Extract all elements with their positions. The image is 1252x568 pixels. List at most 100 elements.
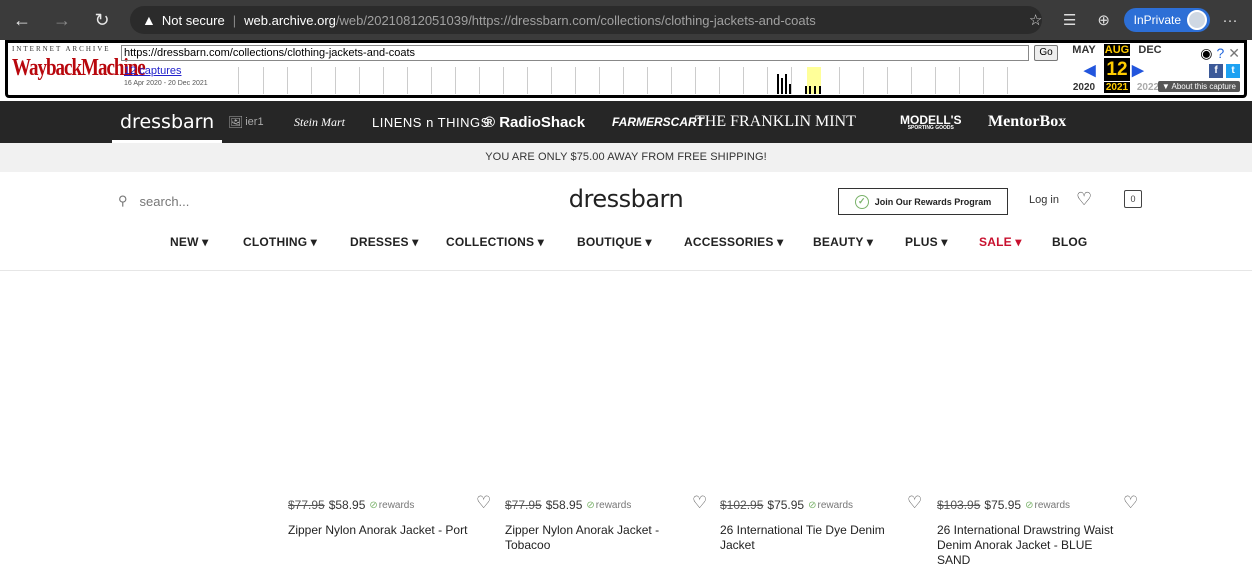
price-row: $77.95 $58.95 ⊘ rewards [505, 497, 710, 513]
brand-linensnthings[interactable]: LINENS n THINGS [372, 101, 490, 143]
site-logo[interactable]: dressbarn [0, 185, 1252, 213]
wayback-toolbar: INTERNET ARCHIVE WaybackMachine https://… [5, 40, 1247, 98]
product-name[interactable]: 26 International Tie Dye Denim Jacket [720, 523, 900, 553]
timeline-tick [479, 67, 480, 94]
sale-price: $58.95 [545, 498, 583, 512]
original-price: $102.95 [720, 498, 764, 512]
twitter-icon[interactable]: t [1226, 64, 1240, 78]
prev-capture-icon[interactable]: ◀ [1084, 61, 1096, 79]
cart-count: 0 [1130, 194, 1136, 204]
back-icon[interactable]: ← [6, 4, 38, 36]
timeline-tick [455, 67, 456, 94]
nav-dresses[interactable]: DRESSES ▾ [350, 235, 419, 249]
product-name[interactable]: 26 International Drawstring Waist Denim … [937, 523, 1117, 568]
original-price: $77.95 [505, 498, 542, 512]
nav-boutique[interactable]: BOUTIQUE ▾ [577, 235, 652, 249]
address-bar[interactable]: ▲ Not secure | web.archive.org/web/20210… [130, 6, 1042, 34]
capture-bar[interactable] [819, 86, 821, 94]
brand-radioshack[interactable]: ® RadioShack [484, 101, 585, 143]
year-prev[interactable]: 2020 [1066, 82, 1102, 93]
rewards-button[interactable]: ✓ Join Our Rewards Program [838, 188, 1008, 215]
wayback-url-input[interactable]: https://dressbarn.com/collections/clothi… [121, 45, 1029, 61]
rewards-tag: ⊘ rewards [1025, 500, 1070, 511]
nav-beauty[interactable]: BEAUTY ▾ [813, 235, 873, 249]
rewards-text: rewards [1034, 499, 1071, 511]
timeline-tick [359, 67, 360, 94]
about-capture-button[interactable]: ▼ About this capture [1157, 81, 1240, 92]
nav-sale[interactable]: SALE ▾ [979, 235, 1022, 249]
capture-bar[interactable] [805, 86, 807, 94]
wishlist-heart-icon[interactable]: ♡ [476, 493, 491, 513]
brand-mentorbox[interactable]: MentorBox [988, 101, 1066, 143]
capture-timeline[interactable] [238, 67, 1021, 94]
capture-bar[interactable] [809, 86, 811, 94]
capture-bar[interactable] [781, 78, 783, 94]
capture-bar[interactable] [814, 86, 816, 94]
nav-collections[interactable]: COLLECTIONS ▾ [446, 235, 544, 249]
price-row: $102.95 $75.95 ⊘ rewards [720, 497, 925, 513]
timeline-tick [599, 67, 600, 94]
wishlist-heart-icon[interactable]: ♡ [692, 493, 707, 513]
sale-price: $58.95 [328, 498, 366, 512]
timeline-tick [527, 67, 528, 94]
inprivate-button[interactable]: InPrivate [1123, 8, 1210, 32]
captures-link[interactable]: 12 captures [124, 65, 181, 77]
capture-bar[interactable] [777, 74, 779, 94]
price-row: $77.95 $58.95 ⊘ rewards [288, 497, 493, 513]
next-capture-icon[interactable]: ▶ [1132, 61, 1144, 79]
brand-steinmart[interactable]: Stein Mart [294, 101, 345, 143]
timeline-tick [1007, 67, 1008, 94]
timeline-tick [383, 67, 384, 94]
brand-farmerscart[interactable]: FARMERSCART [612, 101, 704, 143]
brand-franklinmint[interactable]: THE FRANKLIN MINT [695, 101, 856, 143]
rewards-check-icon: ⊘ [1025, 499, 1034, 511]
wishlist-heart-icon[interactable]: ♡ [1076, 189, 1092, 210]
facebook-icon[interactable]: f [1209, 64, 1223, 78]
month-next[interactable]: DEC [1132, 44, 1168, 56]
nav-new[interactable]: NEW ▾ [170, 235, 208, 249]
sale-price: $75.95 [984, 498, 1022, 512]
product-card[interactable]: $77.95 $58.95 ⊘ rewards ♡ Zipper Nylon An… [505, 493, 710, 553]
wishlist-heart-icon[interactable]: ♡ [1123, 493, 1138, 513]
check-icon: ✓ [854, 194, 869, 209]
timeline-tick [887, 67, 888, 94]
account-icon[interactable]: ◉ [1200, 45, 1212, 62]
favorite-add-icon[interactable]: ☆ [1022, 6, 1050, 34]
timeline-tick [623, 67, 624, 94]
collections-icon[interactable]: ⊕ [1090, 6, 1118, 34]
product-card[interactable]: $102.95 $75.95 ⊘ rewards ♡ 26 Internation… [720, 493, 925, 553]
profile-avatar [1187, 10, 1207, 30]
wishlist-heart-icon[interactable]: ♡ [907, 493, 922, 513]
timeline-tick [503, 67, 504, 94]
wayback-logo-top: INTERNET ARCHIVE [12, 45, 111, 53]
product-name[interactable]: Zipper Nylon Anorak Jacket - Port [288, 523, 493, 538]
help-icon[interactable]: ? [1216, 45, 1224, 62]
brand-dressbarn[interactable]: dressbarn [111, 101, 223, 143]
nav-accessories[interactable]: ACCESSORIES ▾ [684, 235, 783, 249]
nav-blog[interactable]: BLOG [1052, 235, 1087, 249]
login-link[interactable]: Log in [1029, 194, 1059, 206]
favorites-icon[interactable]: ☰ [1056, 6, 1084, 34]
refresh-icon[interactable]: ↻ [86, 4, 118, 36]
brand-modells[interactable]: MODELL'S SPORTING GOODS [900, 101, 962, 143]
close-icon[interactable]: ✕ [1228, 45, 1240, 62]
month-prev[interactable]: MAY [1066, 44, 1102, 56]
timeline-tick [311, 67, 312, 94]
capture-bar[interactable] [785, 74, 787, 94]
product-card[interactable]: $103.95 $75.95 ⊘ rewards ♡ 26 Internation… [937, 493, 1142, 568]
wayback-go-button[interactable]: Go [1034, 45, 1058, 61]
brand-pier1[interactable]: 🖼 ier1 [228, 101, 264, 143]
product-name[interactable]: Zipper Nylon Anorak Jacket - Tobacoo [505, 523, 685, 553]
cart-bag-icon[interactable]: 0 [1124, 190, 1142, 208]
nav-plus[interactable]: PLUS ▾ [905, 235, 948, 249]
timeline-tick [935, 67, 936, 94]
more-icon[interactable]: ··· [1216, 6, 1244, 34]
timeline-tick [431, 67, 432, 94]
nav-clothing[interactable]: CLOTHING ▾ [243, 235, 317, 249]
brand-pier1-label: ier1 [245, 116, 264, 128]
timeline-tick [959, 67, 960, 94]
timeline-tick [983, 67, 984, 94]
forward-icon[interactable]: → [46, 4, 78, 36]
capture-bar[interactable] [789, 84, 791, 94]
product-card[interactable]: $77.95 $58.95 ⊘ rewards ♡ Zipper Nylon An… [288, 493, 493, 538]
